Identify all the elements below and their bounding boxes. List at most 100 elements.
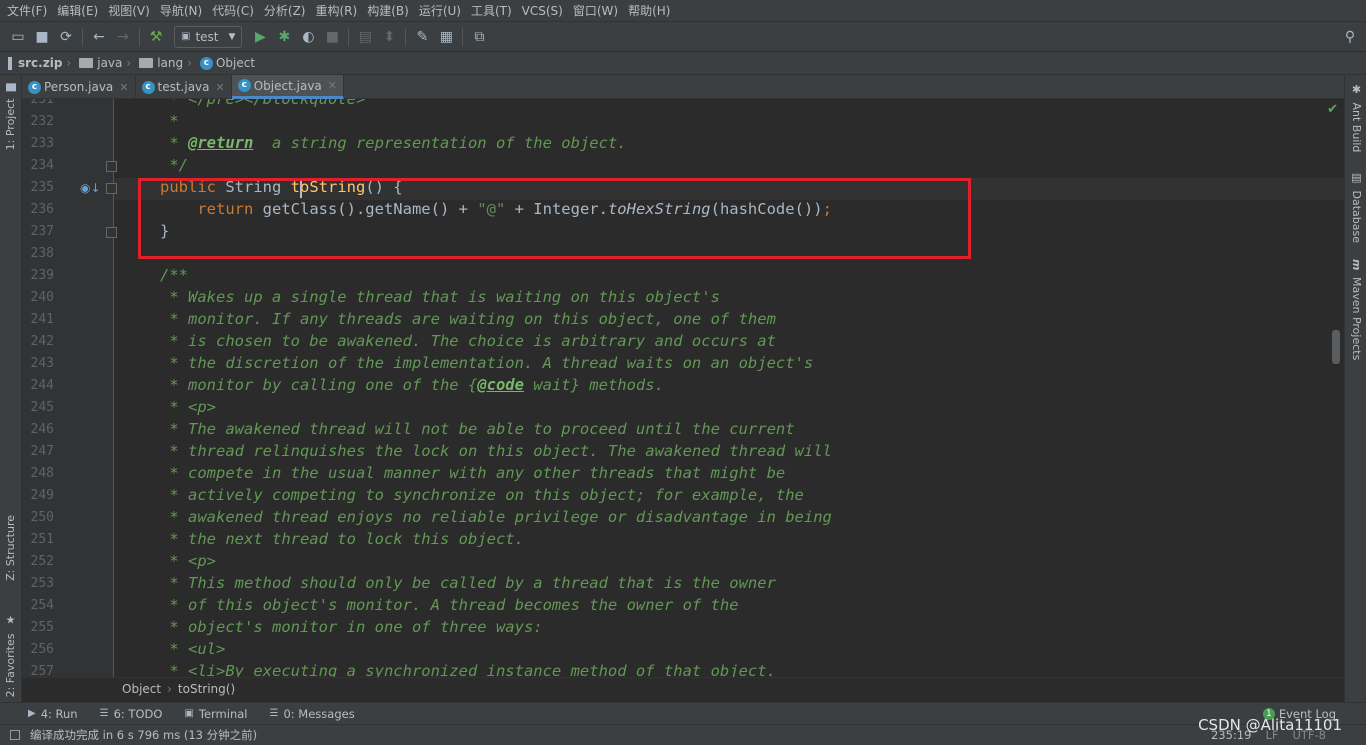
menu-item[interactable]: 导航(N)	[155, 2, 207, 19]
nav-item-object[interactable]: c Object	[199, 56, 256, 70]
stop-icon[interactable]: ■	[320, 26, 344, 48]
close-icon[interactable]: ✕	[216, 81, 225, 94]
code-token: return	[160, 200, 263, 218]
menu-item[interactable]: 重构(R)	[311, 2, 363, 19]
tool-window-todo[interactable]: ☰ 6: TODO	[100, 707, 163, 721]
nav-label: src.zip	[18, 56, 63, 70]
nav-label: Object	[215, 56, 256, 70]
code-token: */	[160, 156, 188, 174]
line-number: 249	[30, 488, 54, 503]
menu-item[interactable]: 帮助(H)	[623, 2, 675, 19]
build-hammer-icon[interactable]: ⚒	[144, 26, 168, 48]
sdk-icon[interactable]: ⬍	[377, 26, 401, 48]
menu-item[interactable]: 编辑(E)	[52, 2, 103, 19]
nav-item-src-zip[interactable]: src.zip ›	[8, 56, 75, 70]
line-number: 238	[30, 246, 54, 261]
forward-icon[interactable]: →	[111, 26, 135, 48]
menu-item[interactable]: 文件(F)	[2, 2, 52, 19]
todo-icon: ☰	[99, 708, 109, 719]
tab-test-java[interactable]: c test.java ✕	[136, 75, 232, 99]
code-token: * object's monitor in one of three ways:	[160, 618, 543, 636]
menu-item[interactable]: 分析(Z)	[259, 2, 311, 19]
code-token: * actively competing to synchronize on t…	[160, 486, 804, 504]
archive-icon	[8, 56, 12, 70]
breadcrumb-method[interactable]: toString()	[178, 682, 235, 696]
tool-tab-maven[interactable]: m Maven Projects	[1350, 259, 1363, 360]
override-method-icon[interactable]: ◉↓	[80, 181, 101, 195]
run-icon[interactable]: ▶	[248, 26, 272, 48]
line-number: 242	[30, 334, 54, 349]
text-caret	[300, 180, 302, 198]
tool-tab-structure[interactable]: Z: Structure	[4, 515, 17, 581]
tool-tab-project[interactable]: 1: Project	[4, 83, 17, 150]
terminal-icon: ▣	[184, 708, 194, 719]
tab-object-java[interactable]: c Object.java ✕	[231, 75, 344, 99]
project-structure-icon[interactable]: ▤	[353, 26, 377, 48]
code-line: * the discretion of the implementation. …	[160, 354, 813, 372]
open-folder-icon[interactable]: ▭	[6, 26, 30, 48]
tool-tab-favorites[interactable]: 2: Favorites ★	[4, 613, 17, 697]
code-token: * <li>By executing a synchronized instan…	[160, 662, 776, 677]
menu-item[interactable]: 工具(T)	[466, 2, 517, 19]
code-token: () {	[365, 178, 403, 196]
save-icon[interactable]: ■	[30, 26, 54, 48]
menu-item[interactable]: 视图(V)	[103, 2, 155, 19]
code-token: * <p>	[160, 552, 216, 570]
maven-icon: m	[1350, 259, 1363, 271]
search-icon[interactable]: ⚲	[1338, 26, 1362, 48]
vertical-scrollbar-thumb[interactable]	[1332, 330, 1340, 364]
code-line: * of this object's monitor. A thread bec…	[160, 596, 738, 614]
line-number: 245	[30, 400, 54, 415]
code-line: *	[160, 112, 178, 130]
code-token: getClass().getName() +	[262, 200, 478, 218]
breadcrumb-class[interactable]: Object	[122, 682, 161, 696]
code-editor[interactable]: 231 232 233 234 235 236 237 238 239 240 241 242 243 2…	[22, 99, 1344, 677]
status-bar: 编译成功完成 in 6 s 796 ms (13 分钟之前) 235:19 LF…	[0, 724, 1366, 745]
line-number: 240	[30, 290, 54, 305]
chevron-right-icon: ›	[126, 56, 132, 70]
chevron-right-icon: ›	[187, 56, 192, 70]
close-icon[interactable]: ✕	[328, 79, 337, 92]
menu-item[interactable]: VCS(S)	[517, 4, 568, 18]
tool-window-run[interactable]: ▶ 4: Run	[28, 707, 78, 721]
debug-icon[interactable]: ✱	[272, 26, 296, 48]
project-structure-folder-icon[interactable]: ▦	[434, 26, 458, 48]
tool-tab-database[interactable]: ▤ Database	[1350, 171, 1363, 243]
menu-item[interactable]: 代码(C)	[207, 2, 259, 19]
settings-wrench-icon[interactable]: ✎	[410, 26, 434, 48]
code-token: /**	[160, 266, 188, 284]
tool-tab-ant-build[interactable]: ✱ Ant Build	[1350, 83, 1363, 152]
line-number: 232	[30, 114, 54, 129]
tool-window-terminal[interactable]: ▣ Terminal	[184, 707, 247, 721]
nav-item-lang[interactable]: lang ›	[139, 56, 196, 70]
code-line: * <ul>	[160, 640, 225, 658]
star-icon: ★	[4, 613, 17, 626]
menu-item[interactable]: 构建(B)	[362, 2, 414, 19]
vcs-icon[interactable]: ⧉	[467, 26, 491, 48]
code-line: * is chosen to be awakened. The choice i…	[160, 332, 776, 350]
watermark-text: CSDN @Alita11101	[1198, 716, 1342, 734]
run-configuration-select[interactable]: ▣ test ▼	[174, 25, 243, 48]
toolbar-separator	[139, 27, 140, 46]
sync-icon[interactable]: ⟳	[54, 26, 78, 48]
class-icon: c	[199, 56, 213, 70]
nav-item-java[interactable]: java ›	[79, 56, 135, 70]
code-token: * This method should only be called by a…	[160, 574, 776, 592]
coverage-icon[interactable]: ◐	[296, 26, 320, 48]
line-number: 248	[30, 466, 54, 481]
status-window-icon[interactable]	[10, 730, 20, 740]
navigation-bar: src.zip › java › lang › c Object	[0, 52, 1366, 75]
menu-item[interactable]: 窗口(W)	[568, 2, 623, 19]
code-line: * <p>	[160, 398, 216, 416]
code-line: * monitor by calling one of the {@code w…	[160, 376, 664, 394]
menu-item[interactable]: 运行(U)	[414, 2, 466, 19]
tool-window-messages[interactable]: ☰ 0: Messages	[269, 707, 354, 721]
code-line: * @return a string representation of the…	[160, 134, 626, 152]
back-icon[interactable]: ←	[87, 26, 111, 48]
toolbar-separator	[348, 27, 350, 46]
code-area[interactable]: * </pre></blockquote> * * @return a stri…	[114, 99, 1344, 677]
tab-person-java[interactable]: c Person.java ✕	[22, 75, 136, 99]
folder-icon	[139, 58, 154, 68]
close-icon[interactable]: ✕	[119, 81, 128, 94]
code-token: * compete in the usual manner with any o…	[160, 464, 786, 482]
